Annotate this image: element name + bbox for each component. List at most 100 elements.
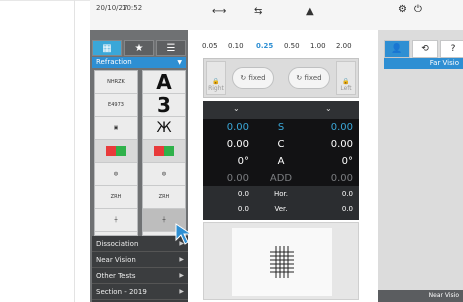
menu-select[interactable]: Refraction ▼ <box>92 57 186 68</box>
right-value: 0.0 <box>237 190 249 198</box>
chart-big-a[interactable]: A <box>143 70 185 94</box>
left-lock[interactable]: 🔒 Left <box>336 61 356 95</box>
menu-label: Section - 2019 <box>96 288 147 296</box>
chevron-right-icon: ▶ <box>179 256 184 263</box>
vision-tab[interactable]: 👤 <box>384 40 410 58</box>
vertical-row[interactable]: 0.0 Ver. 0.0 <box>203 204 359 221</box>
step-option[interactable]: 1.00 <box>310 42 326 50</box>
right-panel <box>378 30 463 302</box>
chart-redgreen[interactable] <box>95 140 137 163</box>
rotate-icon: ↻ <box>296 74 303 82</box>
lock-icon: 🔒 <box>342 78 350 85</box>
history-icon: ⟲ <box>421 44 429 54</box>
chevron-down-icon[interactable]: ⌄ <box>325 104 332 113</box>
chevron-right-icon: ▶ <box>179 288 184 295</box>
chart-redgreen-2[interactable] <box>143 140 185 163</box>
axis-row[interactable]: 0° A 0° <box>203 155 359 172</box>
data-panel-header: ⌄ ⌄ <box>203 101 359 119</box>
power-icon[interactable]: ⏻ <box>414 4 422 15</box>
time: 10:52 <box>122 4 143 12</box>
favorites-tab[interactable]: ★ <box>124 40 154 56</box>
right-value: 0.00 <box>226 122 249 133</box>
prism-section: 0.0 Hor. 0.0 0.0 Ver. 0.0 <box>203 186 359 220</box>
right-value: 0.00 <box>226 173 249 184</box>
fixed-label: fixed <box>304 74 322 82</box>
far-vision-title: Far Visio <box>384 58 463 69</box>
step-option[interactable]: 0.50 <box>284 42 300 50</box>
help-tab[interactable]: ? <box>440 40 463 58</box>
row-label: Hor. <box>273 190 288 198</box>
device-header <box>90 0 463 30</box>
chart-dots[interactable]: ◍ <box>95 163 137 186</box>
step-option-selected[interactable]: 0.25 <box>256 42 273 50</box>
right-value: 0.0 <box>237 205 249 213</box>
right-lock[interactable]: 🔒 Right <box>206 61 226 95</box>
prism-icon[interactable]: ⟷ <box>212 6 226 17</box>
left-value: 0.00 <box>330 122 353 133</box>
chevron-right-icon: ▶ <box>179 272 184 279</box>
right-value: 0.00 <box>226 139 249 150</box>
row-label: A <box>277 156 285 167</box>
list-tab[interactable]: ☰ <box>156 40 186 56</box>
star-icon: ★ <box>134 42 144 54</box>
butterfly-icon[interactable]: Ж <box>143 117 185 140</box>
patient-icon[interactable]: ▲ <box>306 6 314 17</box>
rotate-icon: ↻ <box>240 74 247 82</box>
sphere-row[interactable]: 0.00 S 0.00 <box>203 121 359 138</box>
cross-chart-preview <box>232 228 332 296</box>
right-label: Right <box>208 85 224 92</box>
vergence-icon[interactable]: ⇆ <box>254 6 262 17</box>
row-label: C <box>277 139 285 150</box>
left-value: 0.0 <box>341 190 353 198</box>
grid-tab[interactable]: ▦ <box>92 40 122 56</box>
chart-target-icon[interactable]: ▣ <box>95 117 137 140</box>
menu-item-near-vision[interactable]: Near Vision ▶ <box>92 252 188 268</box>
fixed-label: fixed <box>248 74 266 82</box>
right-tab-bar: 👤 ⟲ ? <box>384 40 463 58</box>
step-option[interactable]: 0.05 <box>202 42 218 50</box>
left-value: 0.00 <box>330 173 353 184</box>
left-tab-bar: ▦ ★ ☰ <box>92 40 186 56</box>
right-value: 0° <box>237 156 249 167</box>
right-fixed-toggle[interactable]: ↻ fixed <box>232 67 274 89</box>
menu-label: Other Tests <box>96 272 136 280</box>
chart-cross[interactable]: ┼ <box>95 209 137 232</box>
history-tab[interactable]: ⟲ <box>412 40 438 58</box>
left-value: 0.0 <box>341 205 353 213</box>
menu-item-other-tests[interactable]: Other Tests ▶ <box>92 268 188 284</box>
help-icon: ? <box>450 44 456 54</box>
menu-label: Dissociation <box>96 240 139 248</box>
occluder-panel: 🔒 Right ↻ fixed ↻ fixed 🔒 Left <box>203 58 359 98</box>
chart-lines-2[interactable]: ZRH <box>143 186 185 209</box>
list-icon: ☰ <box>166 42 176 54</box>
chart-snellen[interactable]: NHRZK <box>95 71 137 94</box>
row-label: S <box>277 122 285 133</box>
settings-icon[interactable]: ⚙ <box>398 4 407 15</box>
step-selector: 0.05 0.10 0.25 0.50 1.00 2.00 <box>202 42 362 52</box>
left-value: 0.00 <box>330 139 353 150</box>
left-fixed-toggle[interactable]: ↻ fixed <box>288 67 330 89</box>
step-option[interactable]: 2.00 <box>336 42 352 50</box>
chart-dots-2[interactable]: ◍ <box>143 163 185 186</box>
chart-numbers[interactable]: E4973 <box>95 94 137 117</box>
cylinder-row[interactable]: 0.00 C 0.00 <box>203 138 359 155</box>
near-vision-bar[interactable]: Near Visio <box>378 290 463 302</box>
menu-title: Refraction <box>96 58 132 66</box>
chart-lines[interactable]: ZRH <box>95 186 137 209</box>
row-label: Ver. <box>274 205 288 213</box>
chevron-down-icon: ▼ <box>177 59 182 66</box>
chart-preview <box>203 222 359 300</box>
cursor-icon <box>174 222 198 250</box>
cross-pattern <box>270 246 294 278</box>
step-option[interactable]: 0.10 <box>228 42 244 50</box>
chart-column-2: A 3 Ж ◍ ZRH ┼ <box>142 70 186 236</box>
chart-big-3[interactable]: 3 <box>143 93 185 117</box>
left-gutter <box>0 0 75 302</box>
refraction-data-panel: ⌄ ⌄ 0.00 S 0.00 0.00 C 0.00 0° A 0° 0.00 ADD 0.0… <box>203 101 359 220</box>
lock-icon: 🔒 <box>212 78 220 85</box>
left-value: 0° <box>341 156 353 167</box>
menu-item-section[interactable]: Section - 2019 ▶ <box>92 284 188 300</box>
chevron-down-icon[interactable]: ⌄ <box>233 104 240 113</box>
left-label: Left <box>340 85 352 92</box>
chart-column-1: NHRZK E4973 ▣ ◍ ZRH ┼ <box>94 70 138 236</box>
